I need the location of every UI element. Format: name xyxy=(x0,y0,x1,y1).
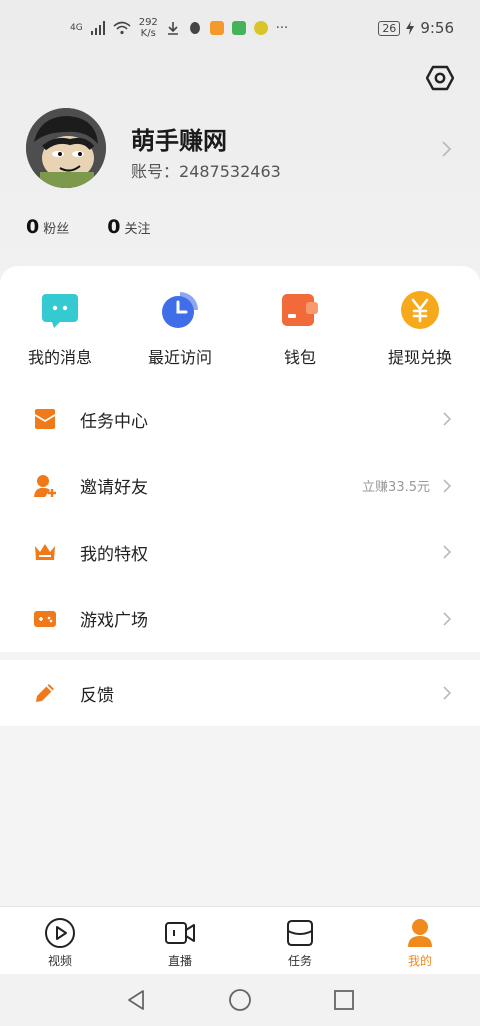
profile-chevron-right-icon[interactable] xyxy=(440,140,452,158)
chevron-right-icon xyxy=(443,412,452,426)
menu-item-feedback[interactable]: 反馈 xyxy=(0,660,480,726)
person-icon xyxy=(408,919,432,947)
bottom-tab-bar: 视频 直播 任务 我的 xyxy=(0,906,480,974)
menu-item-game-plaza[interactable]: 游戏广场 xyxy=(0,586,480,653)
account-id: 账号：2487532463 xyxy=(131,158,281,182)
quick-action-label: 钱包 xyxy=(283,348,316,367)
menu-list: 任务中心 邀请好友 立赚33.5元 我的特权 游戏广场 xyxy=(0,386,480,652)
tab-label: 我的 xyxy=(407,954,432,968)
avatar[interactable] xyxy=(26,108,106,188)
menu-item-label: 邀请好友 xyxy=(80,478,148,499)
signal-icon xyxy=(90,21,105,35)
gamepad-icon xyxy=(34,610,56,627)
app-notify-icon xyxy=(209,21,224,35)
tab-label: 视频 xyxy=(47,954,72,968)
quick-action-label: 提现兑换 xyxy=(387,348,452,367)
crown-icon xyxy=(35,544,55,561)
qq-icon xyxy=(189,22,200,34)
system-nav-bar xyxy=(0,974,480,1026)
tab-label: 直播 xyxy=(167,954,192,968)
net-speed-value: 292 xyxy=(138,17,158,28)
status-right: 26 9:56 xyxy=(378,19,454,37)
clock-icon xyxy=(162,292,198,328)
play-icon xyxy=(45,918,75,948)
task-envelope-icon xyxy=(34,409,56,430)
app-notify-icon-2 xyxy=(231,21,246,35)
quick-action-withdraw[interactable]: 提现兑换 xyxy=(360,290,480,368)
more-notifications: ··· xyxy=(275,20,289,36)
live-camera-icon xyxy=(165,922,195,944)
wallet-icon xyxy=(282,294,318,326)
status-bar: 4G 292 K/s ··· 26 9:56 xyxy=(0,0,480,56)
tab-live[interactable]: 直播 xyxy=(120,907,240,974)
yuan-icon xyxy=(401,291,439,329)
quick-action-messages[interactable]: 我的消息 xyxy=(0,290,120,368)
chevron-right-icon xyxy=(443,612,452,626)
quick-action-wallet[interactable]: 钱包 xyxy=(240,290,360,368)
pencil-icon xyxy=(36,684,54,702)
wifi-icon xyxy=(113,21,131,35)
quick-action-recent[interactable]: 最近访问 xyxy=(120,290,240,368)
menu-item-privileges[interactable]: 我的特权 xyxy=(0,519,480,586)
charging-icon xyxy=(406,21,415,35)
tab-label: 任务 xyxy=(287,954,312,968)
tab-tasks[interactable]: 任务 xyxy=(240,907,360,974)
fans-count: 0 xyxy=(26,216,40,238)
home-icon[interactable] xyxy=(228,988,252,1012)
task-cylinder-icon xyxy=(287,920,313,946)
status-left: 4G 292 K/s ··· xyxy=(70,17,288,39)
menu-item-label: 反馈 xyxy=(80,685,114,706)
menu-item-label: 游戏广场 xyxy=(80,611,148,632)
net-speed-unit: K/s xyxy=(140,28,156,39)
avatar-image xyxy=(26,108,106,188)
quick-action-label: 我的消息 xyxy=(27,348,92,367)
app-notify-icon-3 xyxy=(253,21,268,35)
menu-item-label: 我的特权 xyxy=(80,544,148,565)
following-label: 关注 xyxy=(124,222,151,237)
recents-icon[interactable] xyxy=(332,988,356,1012)
back-icon[interactable] xyxy=(124,988,148,1012)
tab-video[interactable]: 视频 xyxy=(0,907,120,974)
menu-item-label: 任务中心 xyxy=(80,411,148,432)
account-label: 账号： xyxy=(131,162,180,181)
menu-item-invite[interactable]: 邀请好友 立赚33.5元 xyxy=(0,453,480,520)
battery-icon: 26 xyxy=(378,20,401,36)
download-icon xyxy=(167,22,178,35)
invite-reward-text: 立赚33.5元 xyxy=(362,480,430,496)
clock-time: 9:56 xyxy=(420,19,454,37)
main-card: 我的消息 最近访问 钱包 提现兑换 任务中心 邀请好友 立赚33.5元 我的特权… xyxy=(0,266,480,652)
menu-item-task-center[interactable]: 任务中心 xyxy=(0,386,480,453)
invite-user-icon xyxy=(34,474,56,497)
chevron-right-icon xyxy=(443,479,452,493)
nickname: 萌手赚网 xyxy=(131,127,227,155)
settings-icon[interactable] xyxy=(426,64,454,92)
following-stat[interactable]: 0 关注 xyxy=(107,216,150,238)
profile-stats: 0 粉丝 0 关注 xyxy=(26,216,151,238)
tab-me[interactable]: 我的 xyxy=(360,907,480,974)
fans-stat[interactable]: 0 粉丝 xyxy=(26,216,69,238)
quick-action-label: 最近访问 xyxy=(147,348,212,367)
network-type: 4G xyxy=(70,23,83,33)
message-icon xyxy=(42,294,78,328)
account-number: 2487532463 xyxy=(179,162,281,181)
quick-actions: 我的消息 最近访问 钱包 提现兑换 xyxy=(0,290,480,368)
fans-label: 粉丝 xyxy=(43,222,70,237)
net-speed: 292 K/s xyxy=(139,17,158,39)
following-count: 0 xyxy=(107,216,121,238)
chevron-right-icon xyxy=(443,545,452,559)
chevron-right-icon xyxy=(443,686,452,700)
